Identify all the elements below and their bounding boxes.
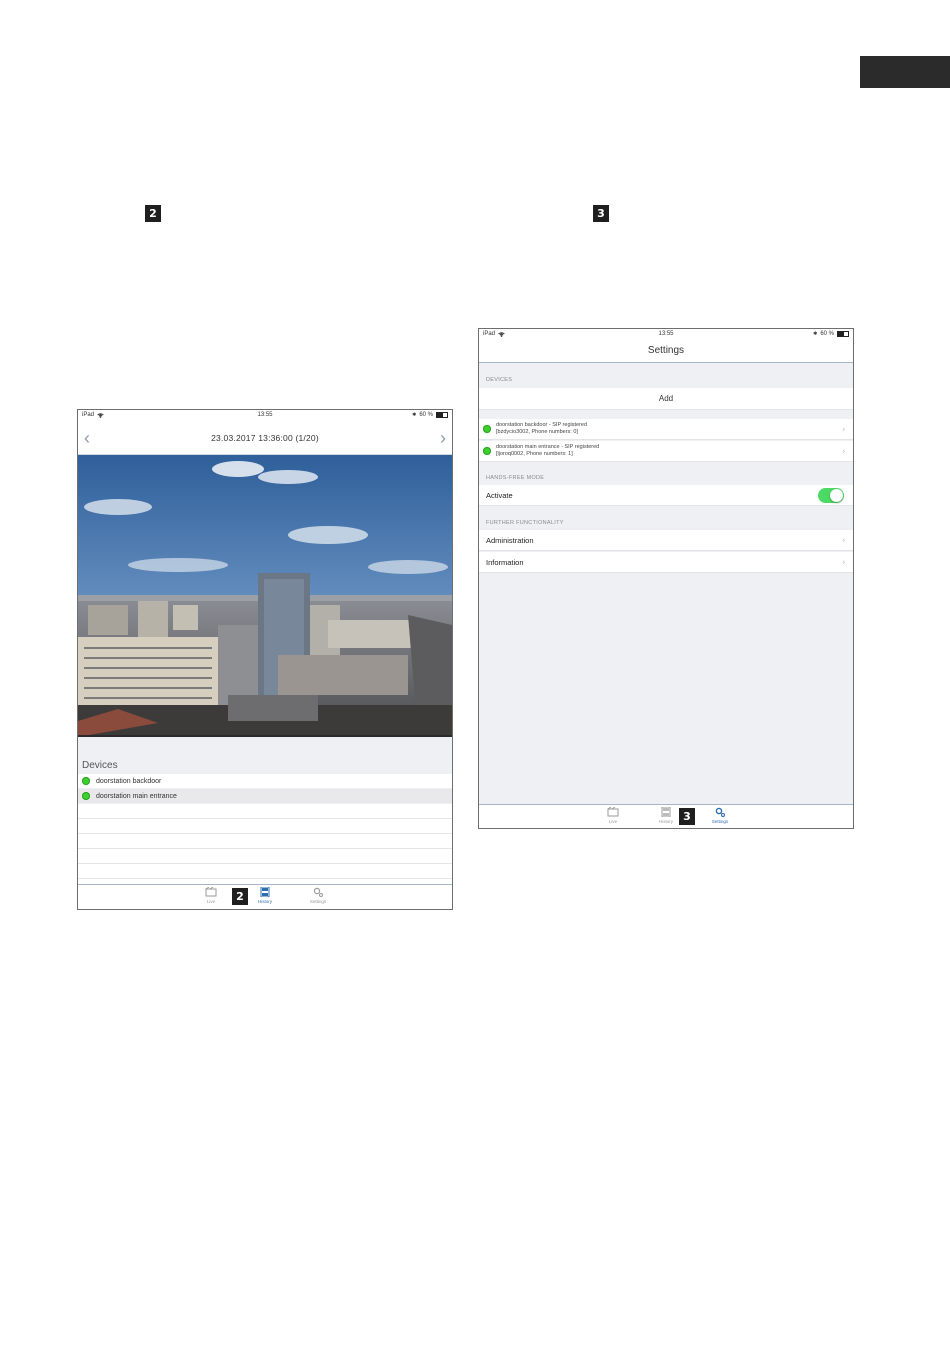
history-icon (260, 886, 270, 898)
list-divider (78, 848, 452, 849)
chevron-right-icon: › (842, 557, 845, 567)
list-item[interactable]: doorstation backdoor (78, 774, 452, 788)
device-subtitle: [ljoroq0002, Phone numbers: 1] (496, 451, 573, 457)
battery-percent: 60 % (820, 331, 834, 337)
live-icon (205, 886, 217, 897)
status-bar: iPad 13:55 ✱ 60 % (78, 410, 452, 420)
information-label: Information (486, 558, 524, 567)
device-title: doorstation main entrance - SIP register… (496, 444, 600, 450)
section-tab-marker (860, 56, 950, 88)
bluetooth-icon: ✱ (412, 412, 417, 418)
list-divider (78, 818, 452, 819)
device-name: doorstation backdoor (96, 777, 162, 785)
administration-label: Administration (486, 536, 534, 545)
history-date: 23.03.2017 13:36:00 (1/20) (211, 433, 319, 443)
page-title: Settings (479, 339, 853, 363)
list-divider (78, 833, 452, 834)
status-online-icon (483, 425, 491, 433)
step-badge-3: 3 (593, 205, 609, 222)
chevron-right-icon: › (842, 446, 845, 456)
devices-group-header: Devices (486, 377, 513, 383)
status-online-icon (82, 792, 90, 800)
tab-step-badge: 2 (232, 888, 248, 905)
chevron-left-icon[interactable]: ‹ (84, 429, 90, 447)
device-cell[interactable]: doorstation backdoor - SIP registered [b… (479, 419, 853, 440)
device-title: doorstation backdoor - SIP registered (496, 422, 588, 428)
administration-cell[interactable]: Administration › (479, 530, 853, 551)
bluetooth-icon: ✱ (813, 331, 818, 337)
device-cell-text: doorstation backdoor - SIP registered [b… (496, 422, 587, 436)
device-cell-text: doorstation main entrance - SIP register… (496, 444, 599, 458)
handsfree-toggle[interactable] (818, 488, 844, 503)
tab-label: Settings (711, 819, 729, 824)
carrier-label: iPad (483, 331, 496, 337)
status-time: 13:55 (658, 331, 674, 337)
history-icon (661, 806, 671, 818)
wifi-icon (97, 412, 104, 418)
tab-step-badge: 3 (679, 808, 695, 825)
tab-label: History (257, 899, 272, 904)
battery-icon (436, 412, 448, 418)
devices-header: Devices (82, 760, 118, 771)
tab-label: History (658, 819, 673, 824)
gear-icon (715, 807, 726, 818)
device-cell[interactable]: doorstation main entrance - SIP register… (479, 441, 853, 462)
activate-cell: Activate (479, 485, 853, 506)
handsfree-group-header: Hands-free mode (486, 475, 545, 481)
history-screen: iPad 13:55 ✱ 60 % ‹ 23.03.2017 13:36:00 … (77, 409, 453, 910)
tab-settings[interactable]: Settings (303, 887, 333, 904)
device-subtitle: [bzdycio3002, Phone numbers: 0] (496, 429, 578, 435)
tab-label: Settings (309, 899, 327, 904)
battery-icon (837, 331, 849, 337)
tab-bar: Live History 3 Settings (479, 804, 853, 828)
chevron-right-icon: › (842, 424, 845, 434)
carrier-label: iPad (82, 412, 95, 418)
tab-live[interactable]: Live (598, 806, 628, 824)
status-bar: iPad 13:55 ✱ 60 % (479, 329, 853, 339)
tab-history[interactable]: History (250, 886, 280, 904)
live-icon (607, 806, 619, 817)
list-divider (78, 863, 452, 864)
status-online-icon (82, 777, 90, 785)
status-online-icon (483, 447, 491, 455)
list-divider (78, 878, 452, 879)
gear-icon (313, 887, 323, 897)
activate-label: Activate (486, 491, 513, 500)
list-item[interactable]: doorstation main entrance (78, 789, 452, 803)
device-list-empty-area (78, 804, 452, 885)
tab-bar: Live 2 History Settings (78, 884, 452, 909)
tab-label: Live (608, 819, 618, 824)
tab-label: Live (206, 899, 216, 904)
information-cell[interactable]: Information › (479, 552, 853, 573)
chevron-right-icon[interactable]: › (440, 429, 446, 447)
settings-screen: iPad 13:55 ✱ 60 % Settings Devices Add d… (478, 328, 854, 829)
step-badge-2: 2 (145, 205, 161, 222)
add-device-button[interactable]: Add (479, 388, 853, 410)
devices-section: Devices doorstation backdoor doorstation… (78, 737, 452, 885)
wifi-icon (498, 331, 505, 337)
camera-snapshot (78, 455, 452, 737)
battery-percent: 60 % (419, 412, 433, 418)
tab-live[interactable]: Live (196, 886, 226, 904)
status-time: 13:55 (257, 412, 273, 418)
history-nav-bar: ‹ 23.03.2017 13:36:00 (1/20) › (78, 422, 452, 455)
chevron-right-icon: › (842, 535, 845, 545)
further-group-header: Further functionality (486, 520, 564, 526)
tab-history[interactable]: History (651, 806, 681, 824)
tab-settings[interactable]: Settings (705, 807, 735, 824)
device-name: doorstation main entrance (96, 792, 177, 800)
